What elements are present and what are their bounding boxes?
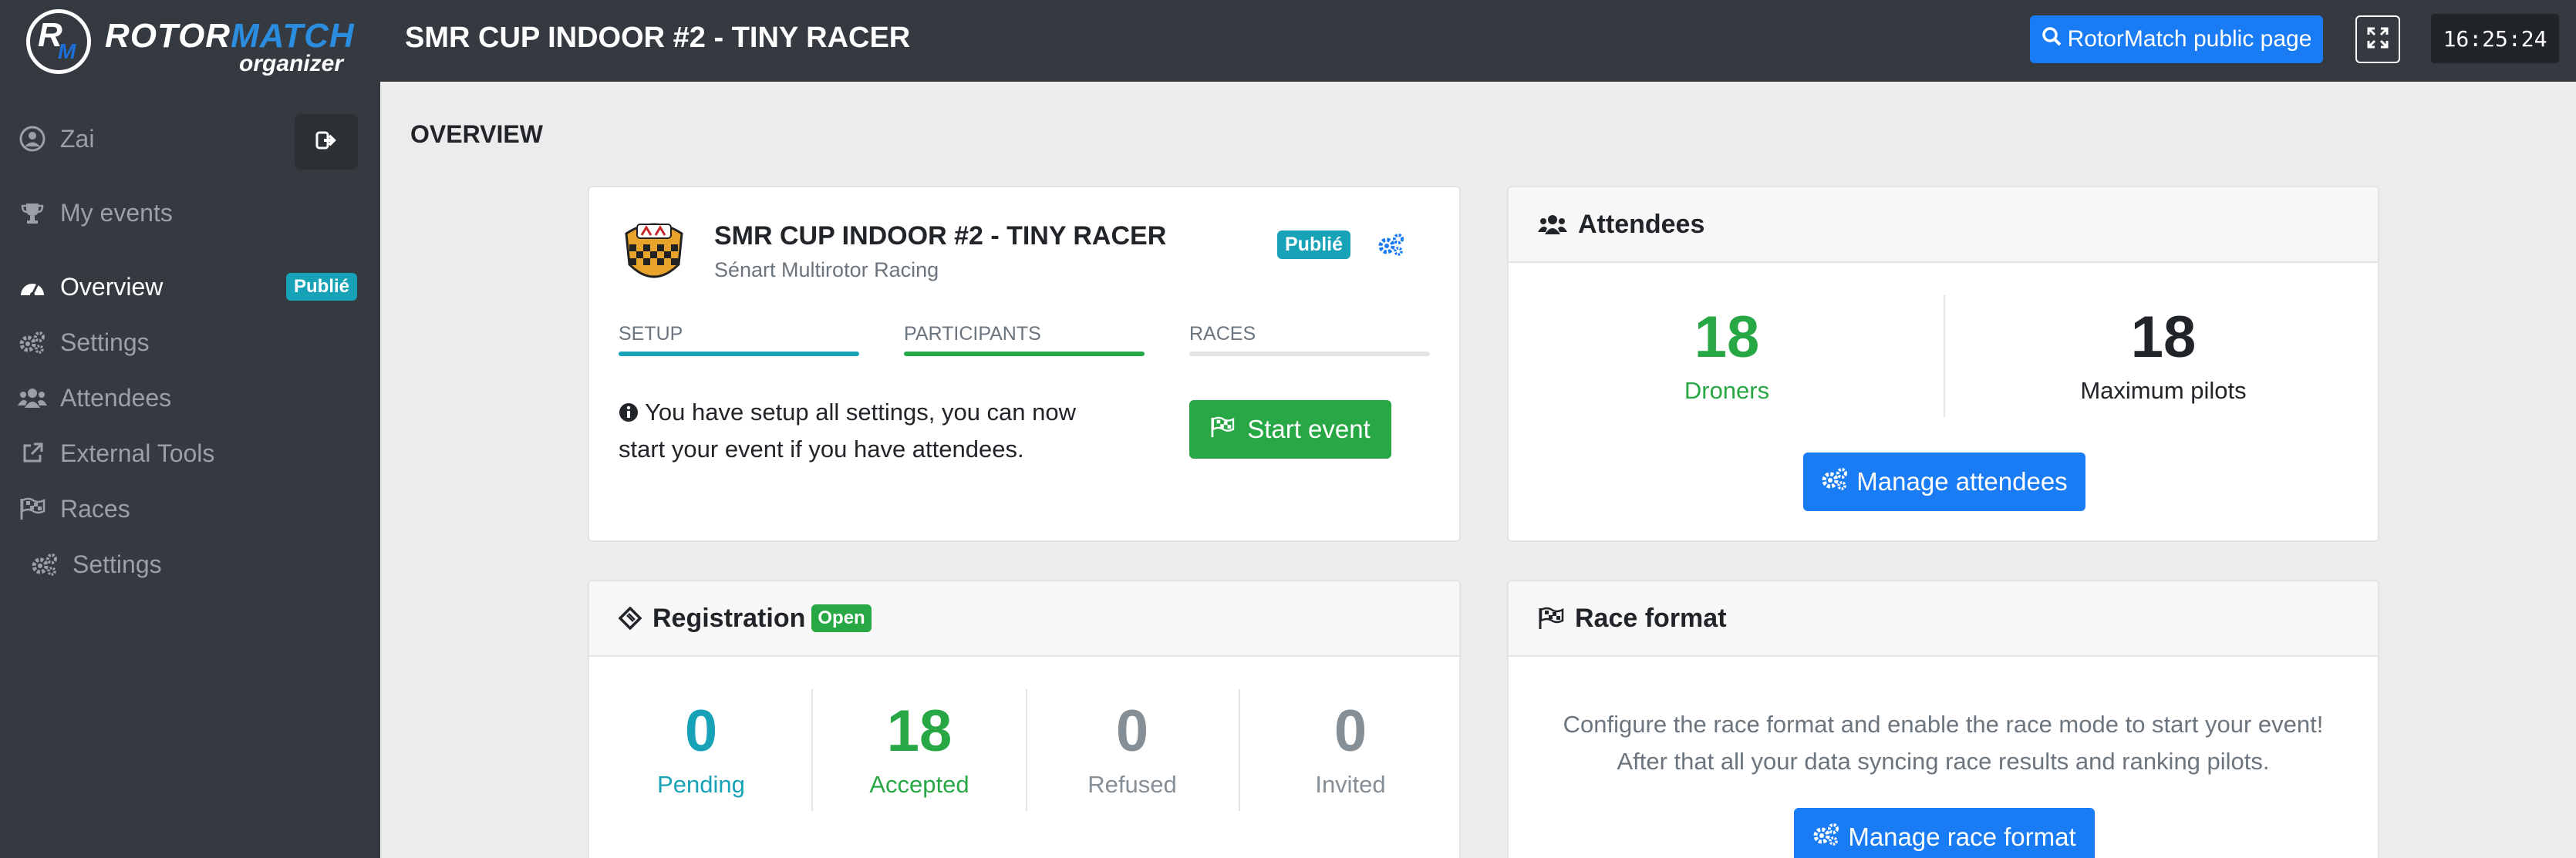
event-name: SMR CUP INDOOR #2 - TINY RACER bbox=[714, 221, 1167, 251]
droners-stat: 18 Droners bbox=[1684, 305, 1770, 404]
refused-stat[interactable]: 0 Refused bbox=[1026, 697, 1239, 799]
step-progress-bar bbox=[1189, 352, 1430, 356]
page-title: SMR CUP INDOOR #2 - TINY RACER bbox=[405, 22, 911, 54]
expand-icon bbox=[2366, 26, 2389, 53]
sidebar: R M ROTORMATCH organizer Zai My events O… bbox=[0, 0, 380, 858]
attendees-card-header: Attendees bbox=[1509, 187, 2378, 263]
flag-checkered-icon bbox=[17, 497, 48, 520]
sign-out-icon bbox=[315, 129, 338, 156]
flag-checkered-icon bbox=[1538, 607, 1564, 630]
sidebar-item-my-events[interactable]: My events bbox=[0, 190, 380, 236]
logout-button[interactable] bbox=[295, 114, 358, 170]
logo-wordmark: ROTORMATCH bbox=[105, 17, 355, 55]
registration-card-header: Registration Open bbox=[589, 581, 1459, 657]
user-circle-icon bbox=[17, 126, 48, 152]
gears-icon bbox=[29, 552, 60, 577]
info-circle-icon bbox=[619, 399, 639, 426]
event-organizer: Sénart Multirotor Racing bbox=[714, 258, 939, 281]
invited-stat[interactable]: 0 Invited bbox=[1239, 697, 1459, 799]
topbar: SMR CUP INDOOR #2 - TINY RACER RotorMatc… bbox=[380, 0, 2576, 82]
step-races: RACES bbox=[1189, 323, 1430, 356]
external-link-icon bbox=[17, 441, 48, 466]
clock: 16:25:24 bbox=[2431, 14, 2559, 63]
search-icon bbox=[2042, 26, 2068, 52]
event-club-logo bbox=[619, 218, 690, 286]
users-icon bbox=[17, 386, 48, 409]
gears-icon bbox=[1377, 234, 1405, 260]
ticket-icon bbox=[619, 607, 642, 630]
race-format-description: Configure the race format and enable the… bbox=[1563, 711, 2324, 775]
registration-card: Registration Open 0 Pending 18 Accepted … bbox=[588, 580, 1461, 858]
registration-status-badge: Open bbox=[811, 604, 872, 632]
rm-logo-mark: R M bbox=[26, 9, 91, 74]
users-icon bbox=[1538, 213, 1567, 236]
sidebar-item-race-settings[interactable]: Settings bbox=[0, 541, 380, 587]
accepted-stat[interactable]: 18 Accepted bbox=[813, 697, 1026, 799]
status-badge: Publié bbox=[285, 273, 357, 301]
sidebar-item-overview[interactable]: Overview Publié bbox=[0, 264, 380, 310]
manage-attendees-button[interactable]: Manage attendees bbox=[1803, 453, 2085, 511]
start-event-button[interactable]: Start event bbox=[1189, 400, 1391, 459]
step-progress-bar bbox=[904, 352, 1145, 356]
gears-icon bbox=[1821, 466, 1856, 497]
fullscreen-button[interactable] bbox=[2355, 15, 2400, 63]
logo-subtitle: organizer bbox=[239, 51, 344, 76]
event-card: SMR CUP INDOOR #2 - TINY RACER Sénart Mu… bbox=[588, 186, 1461, 542]
sidebar-item-attendees[interactable]: Attendees bbox=[0, 375, 380, 421]
sidebar-item-races[interactable]: Races bbox=[0, 486, 380, 532]
manage-race-format-button[interactable]: Manage race format bbox=[1794, 808, 2095, 858]
pending-stat[interactable]: 0 Pending bbox=[589, 697, 813, 799]
max-pilots-stat: 18 Maximum pilots bbox=[2080, 305, 2247, 404]
step-progress-bar bbox=[619, 352, 859, 356]
race-format-card: Race format Configure the race format an… bbox=[1507, 580, 2379, 858]
section-title: OVERVIEW bbox=[410, 120, 543, 148]
event-status-badge: Publié bbox=[1277, 230, 1351, 259]
sidebar-item-external-tools[interactable]: External Tools bbox=[0, 430, 380, 476]
attendees-card: Attendees 18 Droners 18 Maximum pilots M… bbox=[1507, 186, 2379, 542]
race-format-card-header: Race format bbox=[1509, 581, 2378, 657]
gears-icon bbox=[17, 330, 48, 355]
flag-checkered-icon bbox=[1210, 415, 1247, 444]
public-page-button[interactable]: RotorMatch public page bbox=[2030, 15, 2323, 63]
event-settings-link[interactable] bbox=[1377, 232, 1405, 261]
gears-icon bbox=[1812, 822, 1848, 853]
rotormatch-logo[interactable]: R M ROTORMATCH organizer bbox=[26, 8, 354, 79]
setup-info-text: You have setup all settings, you can now… bbox=[619, 399, 1077, 463]
step-setup: SETUP bbox=[619, 323, 859, 356]
step-participants: PARTICIPANTS bbox=[904, 323, 1145, 356]
user-name: Zai bbox=[60, 124, 95, 153]
dashboard-icon bbox=[17, 275, 48, 298]
trophy-icon bbox=[17, 200, 48, 225]
sidebar-item-settings[interactable]: Settings bbox=[0, 319, 380, 365]
